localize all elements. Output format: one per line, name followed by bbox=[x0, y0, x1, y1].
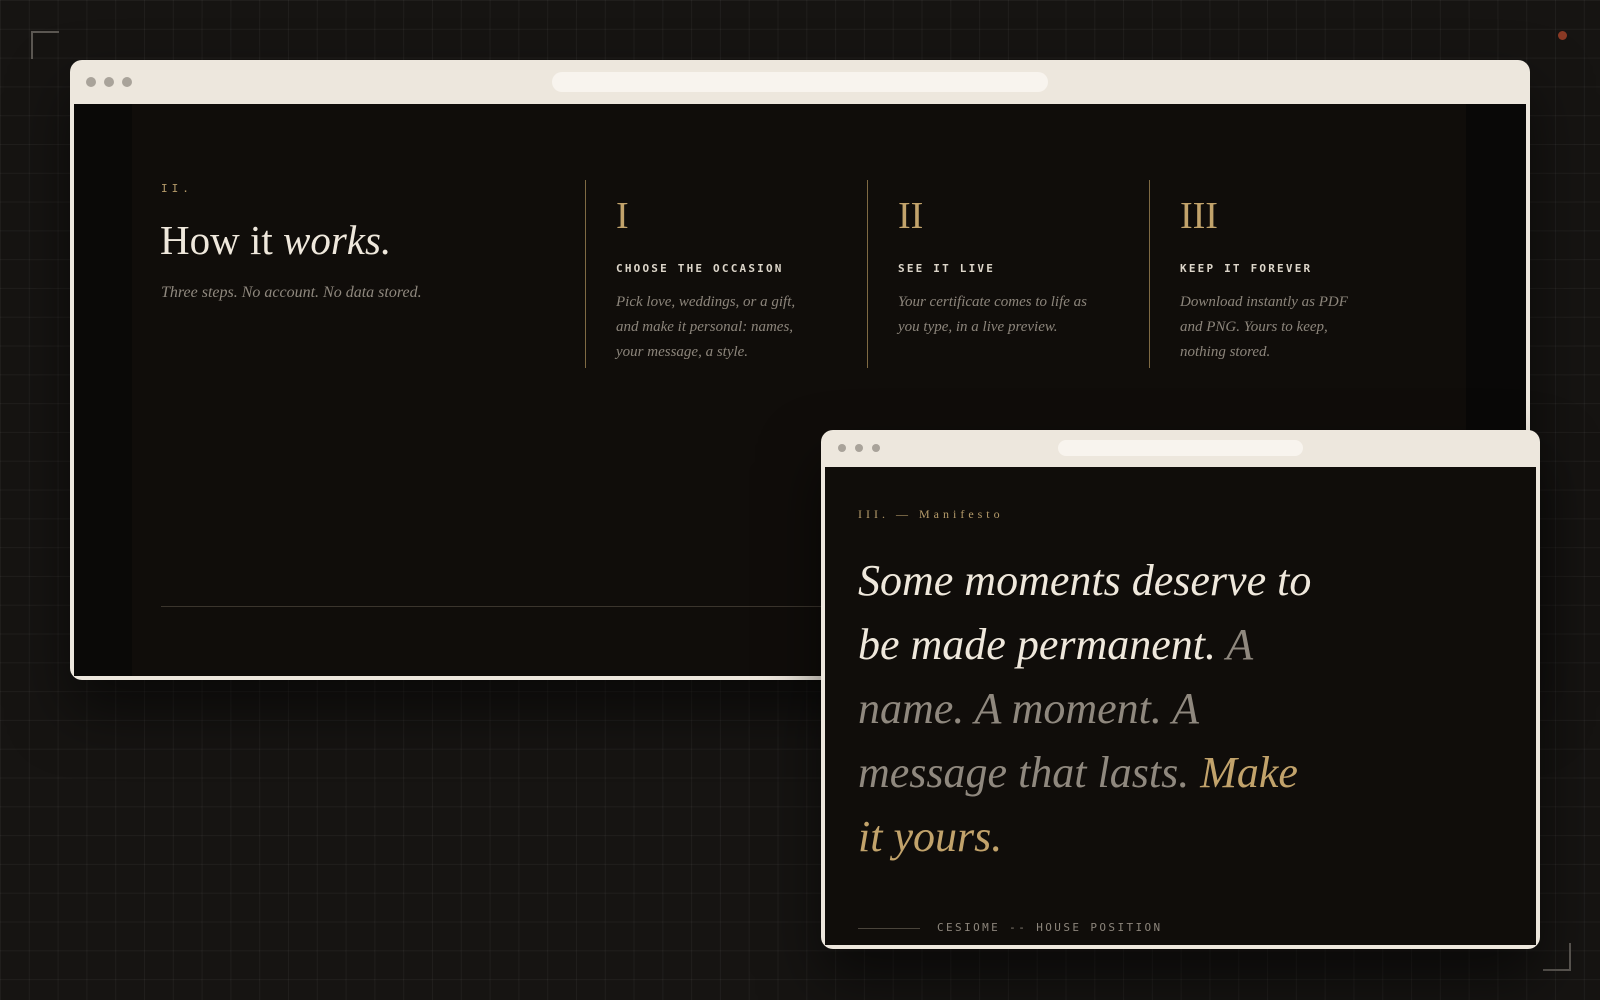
corner-frame-top-left bbox=[31, 31, 59, 59]
section-subtitle: Three steps. No account. No data stored. bbox=[161, 284, 422, 301]
manifesto-label: III. — Manifesto bbox=[858, 507, 1004, 521]
address-bar[interactable] bbox=[552, 72, 1048, 92]
status-dot bbox=[1558, 31, 1567, 40]
manifesto-section: III. — Manifesto Some moments deserve to… bbox=[825, 467, 1536, 945]
section-number: II. bbox=[161, 182, 193, 195]
manifesto-window: III. — Manifesto Some moments deserve to… bbox=[821, 430, 1540, 949]
window-minimize-dot[interactable] bbox=[104, 77, 114, 87]
window-close-dot[interactable] bbox=[838, 444, 846, 452]
manifesto-footer: CESIOME -- HOUSE POSITION bbox=[937, 921, 1163, 934]
section-title-plain: How it bbox=[160, 217, 273, 263]
step-numeral: III bbox=[1180, 195, 1218, 237]
step-description: Download instantly as PDF and PNG. Yours… bbox=[1180, 294, 1348, 360]
window-titlebar bbox=[821, 430, 1540, 467]
step-title: KEEP IT FOREVER bbox=[1180, 262, 1313, 275]
step-description: Pick love, weddings, or a gift, and make… bbox=[616, 294, 796, 360]
section-title: How it works. bbox=[160, 216, 391, 264]
window-minimize-dot[interactable] bbox=[855, 444, 863, 452]
step-description: Your certificate comes to life as you ty… bbox=[898, 294, 1088, 335]
section-title-italic: works. bbox=[283, 217, 392, 263]
corner-frame-bottom-right bbox=[1543, 943, 1571, 971]
step-numeral: I bbox=[616, 195, 629, 237]
address-bar[interactable] bbox=[1058, 440, 1303, 456]
step-title: CHOOSE THE OCCASION bbox=[616, 262, 784, 275]
step-choose-occasion: I CHOOSE THE OCCASION Pick love, wedding… bbox=[585, 180, 856, 368]
manifesto-statement: Some moments deserve to be made permanen… bbox=[858, 549, 1328, 869]
window-maximize-dot[interactable] bbox=[122, 77, 132, 87]
step-keep-it-forever: III KEEP IT FOREVER Download instantly a… bbox=[1149, 180, 1420, 368]
step-see-it-live: II SEE IT LIVE Your certificate comes to… bbox=[867, 180, 1138, 368]
footer-rule bbox=[858, 928, 920, 929]
window-close-dot[interactable] bbox=[86, 77, 96, 87]
step-title: SEE IT LIVE bbox=[898, 262, 996, 275]
window-titlebar bbox=[70, 60, 1530, 104]
step-numeral: II bbox=[898, 195, 924, 237]
window-maximize-dot[interactable] bbox=[872, 444, 880, 452]
